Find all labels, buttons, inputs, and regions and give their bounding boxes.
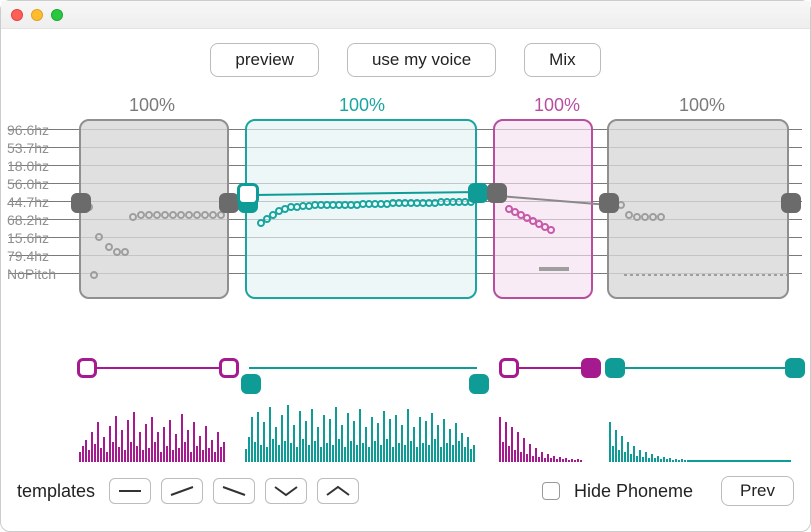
segment-handle[interactable] [237,183,259,205]
close-icon[interactable] [11,9,23,21]
pitch-segment[interactable] [607,119,789,299]
segment-label: 100% [339,95,385,116]
wave-handle[interactable] [219,358,239,378]
waveform-icon [499,402,599,462]
segment-label: 100% [534,95,580,116]
wave-handle[interactable] [469,374,489,394]
pitch-editor[interactable]: 100% 100% 100% 100% 96.6hz 53.7hz 18.0hz… [9,97,802,322]
wave-handle[interactable] [77,358,97,378]
template-flat-button[interactable] [109,478,151,504]
template-peak-button[interactable] [317,478,359,504]
segment-label: 100% [679,95,725,116]
prev-button[interactable]: Prev [721,476,794,506]
template-fall-button[interactable] [213,478,255,504]
wave-handle[interactable] [499,358,519,378]
zoom-icon[interactable] [51,9,63,21]
templates-label: templates [17,481,95,502]
wave-handle[interactable] [581,358,601,378]
waveform-area[interactable] [9,352,802,462]
minimize-icon[interactable] [31,9,43,21]
wave-handle[interactable] [785,358,805,378]
bottom-bar: templates Hide Phoneme Prev [1,462,810,520]
waveform-icon [245,397,479,462]
segment-handle[interactable] [468,183,488,203]
segment-handle[interactable] [219,193,239,213]
pitch-y-axis: 96.6hz 53.7hz 18.0hz 56.0hz 44.7hz 68.2h… [7,123,71,285]
hide-phoneme-label: Hide Phoneme [574,481,693,502]
wave-handle[interactable] [241,374,261,394]
segment-handle[interactable] [599,193,619,213]
wave-handle[interactable] [605,358,625,378]
hide-phoneme-checkbox[interactable] [542,482,560,500]
use-my-voice-button[interactable]: use my voice [347,43,496,77]
segment-handle[interactable] [487,183,507,203]
toolbar: preview use my voice Mix [1,29,810,87]
template-rise-button[interactable] [161,478,203,504]
mix-button[interactable]: Mix [524,43,600,77]
pitch-segment[interactable] [493,119,593,299]
segment-handle[interactable] [71,193,91,213]
template-dip-button[interactable] [265,478,307,504]
segment-handle[interactable] [781,193,801,213]
window-titlebar [1,1,810,29]
segment-label: 100% [129,95,175,116]
waveform-icon [609,402,794,462]
pitch-segment[interactable] [79,119,229,299]
waveform-icon [79,402,229,462]
pitch-segment[interactable] [245,119,477,299]
preview-button[interactable]: preview [210,43,319,77]
